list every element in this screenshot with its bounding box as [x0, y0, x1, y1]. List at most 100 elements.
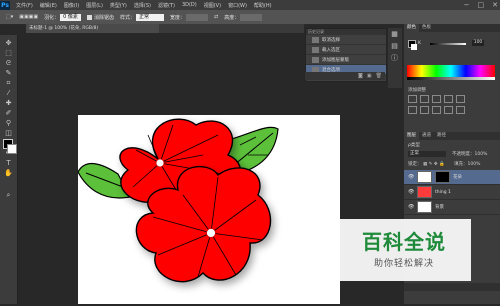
lasso-tool-icon[interactable]: ᘓ	[4, 59, 13, 68]
layer-mask-thumbnail[interactable]	[435, 171, 450, 183]
visibility-eye-icon[interactable]: 👁	[408, 174, 414, 180]
slider-label: K	[418, 41, 421, 46]
menu-item-image[interactable]: 图像(I)	[64, 2, 79, 9]
trash-icon[interactable]: 🗑	[376, 73, 382, 79]
hand-tool-icon[interactable]: ✋	[4, 169, 13, 178]
feather-label: 羽化：	[44, 14, 60, 21]
slider-value[interactable]: 100	[472, 40, 484, 46]
color-slider[interactable]	[430, 43, 466, 45]
collapsed-panels-strip: ▦ ▤ ⓘ	[388, 28, 402, 88]
layer-row[interactable]: 👁 花朵	[404, 170, 500, 185]
move-tool-icon[interactable]: ✥	[4, 39, 13, 48]
channel-mixer-icon[interactable]	[456, 106, 465, 114]
layer-name: 背景	[435, 205, 444, 210]
tab-channels[interactable]: 通道	[419, 132, 434, 140]
antialias-checkbox[interactable]: 消除锯齿	[86, 14, 114, 21]
tab-color[interactable]: 颜色	[404, 24, 419, 32]
lock-label: 锁定：	[408, 162, 422, 167]
eraser-tool-icon[interactable]: ◫	[4, 129, 13, 138]
background-color-swatch[interactable]	[7, 144, 17, 154]
layer-name: thing 1	[435, 189, 451, 195]
history-item[interactable]: 取消选择	[306, 35, 386, 45]
tab-swatches[interactable]: 色板	[419, 24, 434, 32]
snapshot-icon[interactable]: ◙	[358, 73, 363, 79]
history-step-icon	[312, 36, 319, 43]
menu-item-window[interactable]: 窗口(W)	[228, 2, 247, 9]
menu-bar: Ps 文件(F) 编辑(E) 图像(I) 图层(L) 类型(Y) 选择(S) 滤…	[0, 0, 500, 10]
history-item[interactable]: 载入选区	[306, 45, 386, 55]
clone-stamp-icon[interactable]: ⚲	[4, 119, 13, 128]
curves-icon[interactable]	[432, 95, 441, 103]
watermark-title: 百科全说	[362, 230, 446, 254]
vibrance-icon[interactable]	[456, 95, 465, 103]
menu-item-view[interactable]: 视图(V)	[204, 2, 221, 9]
lock-row: 锁定： ▦ ✎ ✥ 🔒 填充：100%	[408, 161, 480, 167]
black-white-icon[interactable]	[432, 106, 441, 114]
history-step-icon	[312, 56, 319, 63]
new-document-icon[interactable]: ▣	[367, 73, 372, 79]
width-input[interactable]	[185, 13, 208, 21]
quick-select-icon[interactable]: ✎	[4, 69, 13, 78]
layer-thumbnail	[417, 171, 432, 183]
layer-filter-kind[interactable]: ρ类型	[408, 142, 420, 148]
menu-item-select[interactable]: 选择(S)	[134, 2, 151, 9]
fill-field[interactable]: 填充：100%	[454, 162, 480, 167]
photo-filter-icon[interactable]	[444, 106, 453, 114]
feather-input[interactable]: 0 像素	[60, 13, 81, 21]
minimize-icon[interactable]: −	[464, 1, 470, 9]
lock-icons[interactable]: ▦ ✎ ✥ 🔒	[423, 162, 446, 167]
close-icon[interactable]: ✕	[492, 1, 498, 9]
info-panel-icon[interactable]: ⓘ	[390, 54, 399, 63]
visibility-eye-icon[interactable]: 👁	[408, 204, 414, 210]
layers-footer	[404, 283, 500, 291]
eyedropper-icon[interactable]: ⁄	[4, 89, 13, 98]
properties-panel-icon[interactable]: ▤	[390, 42, 399, 51]
levels-icon[interactable]	[420, 95, 429, 103]
history-panel-icon[interactable]: ▦	[390, 30, 399, 39]
layer-thumbnail	[417, 186, 432, 198]
style-select[interactable]: 正常	[135, 13, 164, 21]
crop-tool-icon[interactable]: ⌗	[4, 79, 13, 88]
color-panel-tabs: 颜色 色板	[404, 24, 500, 32]
color-spectrum[interactable]	[407, 65, 495, 77]
layer-thumbnail	[417, 201, 432, 213]
selection-mode-icons[interactable]: ▣▣▣▣	[19, 14, 38, 20]
menu-item-help[interactable]: 帮助(H)	[254, 2, 272, 9]
tab-layers[interactable]: 图层	[404, 132, 419, 140]
blend-mode-select[interactable]: 正常	[408, 151, 446, 157]
layer-row[interactable]: 👁 背景	[404, 200, 500, 215]
swap-icon[interactable]: ⇄	[214, 14, 218, 20]
document-canvas[interactable]	[77, 115, 340, 304]
healing-brush-icon[interactable]: ✚	[4, 99, 13, 108]
watermark-subtitle: 助你轻松解决	[373, 259, 434, 269]
layer-row[interactable]: 👁 thing 1	[404, 185, 500, 200]
menu-item-3d[interactable]: 3D(D)	[182, 2, 197, 8]
marquee-tool-icon[interactable]: ⬚▾	[6, 14, 13, 20]
flower-artwork	[77, 118, 279, 283]
type-tool-icon[interactable]: T	[4, 159, 13, 168]
exposure-icon[interactable]	[444, 95, 453, 103]
grayscale-ramp[interactable]	[407, 77, 495, 80]
menu-item-filter[interactable]: 滤镜(T)	[158, 2, 175, 9]
opacity-field[interactable]: 不透明度：100%	[452, 151, 487, 157]
style-label: 样式：	[119, 14, 135, 21]
brightness-icon[interactable]	[408, 95, 417, 103]
visibility-eye-icon[interactable]: 👁	[408, 189, 414, 195]
height-input[interactable]	[240, 13, 263, 21]
marquee-tool-icon[interactable]: ⬚	[4, 49, 13, 58]
options-bar: ⬚▾ ▣▣▣▣ 羽化： 0 像素 消除锯齿 样式： 正常 宽度： ⇄ 高度：	[0, 10, 500, 25]
menu-item-layer[interactable]: 图层(L)	[86, 2, 103, 9]
menu-item-type[interactable]: 类型(Y)	[110, 2, 127, 9]
hue-saturation-icon[interactable]	[408, 106, 417, 114]
panel-background-swatch[interactable]	[411, 44, 417, 50]
document-tab[interactable]: 未标题-1 @ 100% (花朵, RGB/8)	[26, 24, 159, 33]
color-balance-icon[interactable]	[420, 106, 429, 114]
tab-paths[interactable]: 路径	[434, 132, 449, 140]
maximize-icon[interactable]: □	[478, 1, 485, 9]
menu-item-edit[interactable]: 编辑(E)	[40, 2, 57, 9]
brush-tool-icon[interactable]: ✐	[4, 109, 13, 118]
history-item[interactable]: 添加图层蒙版	[306, 55, 386, 65]
menu-item-file[interactable]: 文件(F)	[16, 2, 33, 9]
app-logo: Ps	[0, 0, 10, 10]
zoom-tool-icon[interactable]: ⌕	[4, 191, 13, 200]
